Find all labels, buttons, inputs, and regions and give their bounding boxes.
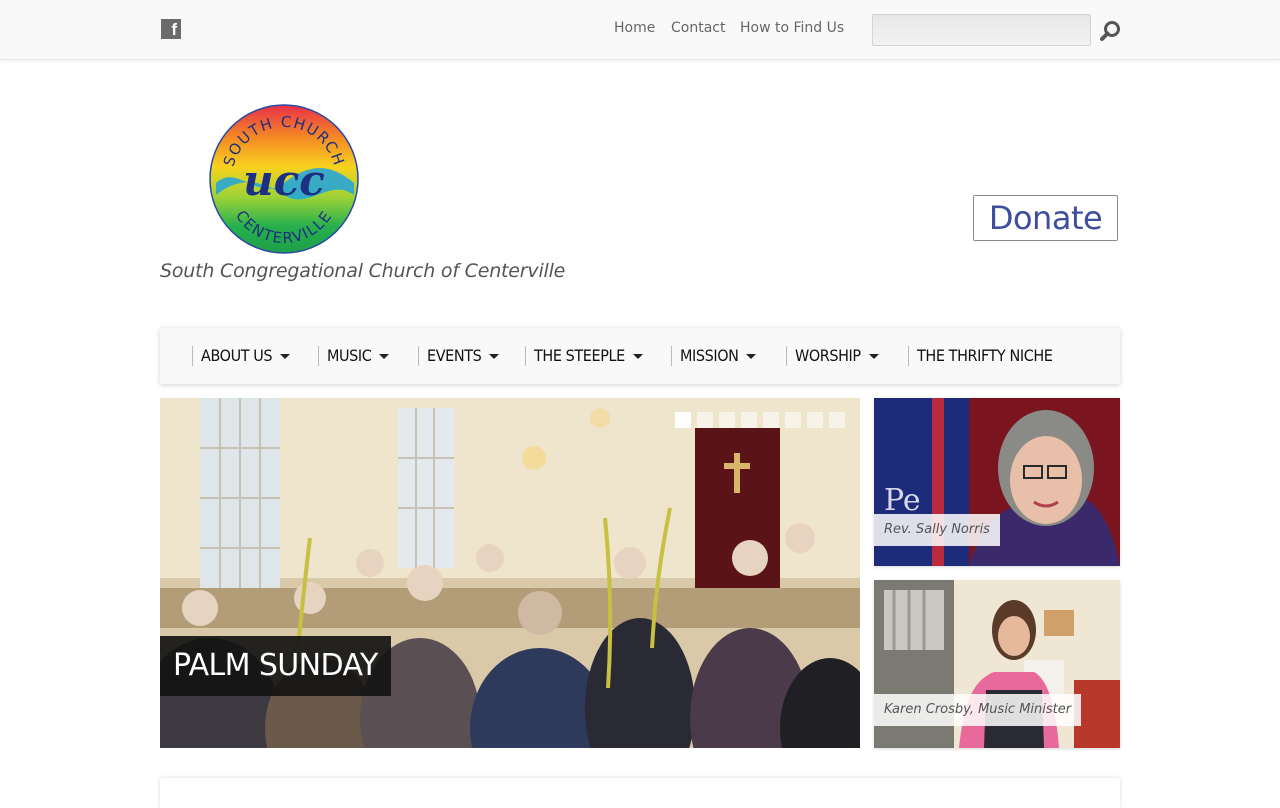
top-bar: f Home Contact How to Find Us xyxy=(0,0,1280,60)
slider-dot[interactable] xyxy=(785,412,801,428)
top-nav-home-link[interactable]: Home xyxy=(614,20,655,36)
feature-caption: Rev. Sally Norris xyxy=(874,514,1000,546)
slider-dot[interactable] xyxy=(697,412,713,428)
nav-item-label: MUSIC xyxy=(327,346,372,365)
slider-dot[interactable] xyxy=(829,412,845,428)
nav-item-label: WORSHIP xyxy=(795,346,861,365)
nav-item-label: MISSION xyxy=(680,346,739,365)
slider-dot[interactable] xyxy=(719,412,735,428)
nav-item-worship[interactable]: WORSHIP xyxy=(786,346,879,366)
nav-item-music[interactable]: MUSIC xyxy=(318,346,390,366)
nav-item-label: THE THRIFTY NICHE xyxy=(917,346,1053,365)
chevron-down-icon xyxy=(280,354,291,359)
nav-item-events[interactable]: EVENTS xyxy=(418,346,500,366)
slide-caption[interactable]: PALM SUNDAY xyxy=(160,636,391,696)
donate-button[interactable]: Donate xyxy=(973,195,1118,241)
nav-item-label: EVENTS xyxy=(427,346,482,365)
nav-item-label: THE STEEPLE xyxy=(534,346,625,365)
church-logo[interactable]: SOUTH CHURCH ucc CENTERVILLE xyxy=(208,103,360,255)
chevron-down-icon xyxy=(746,354,757,359)
nav-item-the-steeple[interactable]: THE STEEPLE xyxy=(525,346,643,366)
top-nav-how-to-find-us-link[interactable]: How to Find Us xyxy=(740,20,844,36)
hero-slider[interactable]: PALM SUNDAY xyxy=(160,398,860,748)
chevron-down-icon xyxy=(379,354,390,359)
nav-item-about-us[interactable]: ABOUT US xyxy=(192,346,291,366)
feature-pastor[interactable]: Pe Rev. Sally Norris xyxy=(874,398,1120,566)
chevron-down-icon xyxy=(868,354,879,359)
top-nav-home[interactable]: Home xyxy=(614,20,655,36)
logo-ucc-text: ucc xyxy=(243,156,325,205)
top-nav-how-to-find-us[interactable]: How to Find Us xyxy=(740,20,844,36)
facebook-icon[interactable]: f xyxy=(161,19,181,39)
slider-dot[interactable] xyxy=(675,412,691,428)
search-icon[interactable] xyxy=(1099,19,1123,43)
slider-dot[interactable] xyxy=(741,412,757,428)
nav-item-label: ABOUT US xyxy=(201,346,273,365)
content-box xyxy=(160,778,1120,808)
search-input[interactable] xyxy=(872,14,1091,46)
chevron-down-icon xyxy=(489,354,500,359)
nav-item-mission[interactable]: MISSION xyxy=(671,346,757,366)
site-tagline: South Congregational Church of Centervil… xyxy=(160,260,566,282)
slider-dot[interactable] xyxy=(807,412,823,428)
top-nav-contact-link[interactable]: Contact xyxy=(671,20,725,36)
feature-caption: Karen Crosby, Music Minister xyxy=(874,694,1082,726)
feature-music-minister[interactable]: Karen Crosby, Music Minister xyxy=(874,580,1120,748)
main-navigation: ABOUT US MUSIC EVENTS THE STEEPLE MISSIO… xyxy=(160,328,1120,384)
svg-text:Pe: Pe xyxy=(884,483,921,518)
nav-item-the-thrifty-niche[interactable]: THE THRIFTY NICHE xyxy=(908,346,1053,366)
top-nav-contact[interactable]: Contact xyxy=(671,20,725,36)
chevron-down-icon xyxy=(632,354,643,359)
slider-dot[interactable] xyxy=(763,412,779,428)
